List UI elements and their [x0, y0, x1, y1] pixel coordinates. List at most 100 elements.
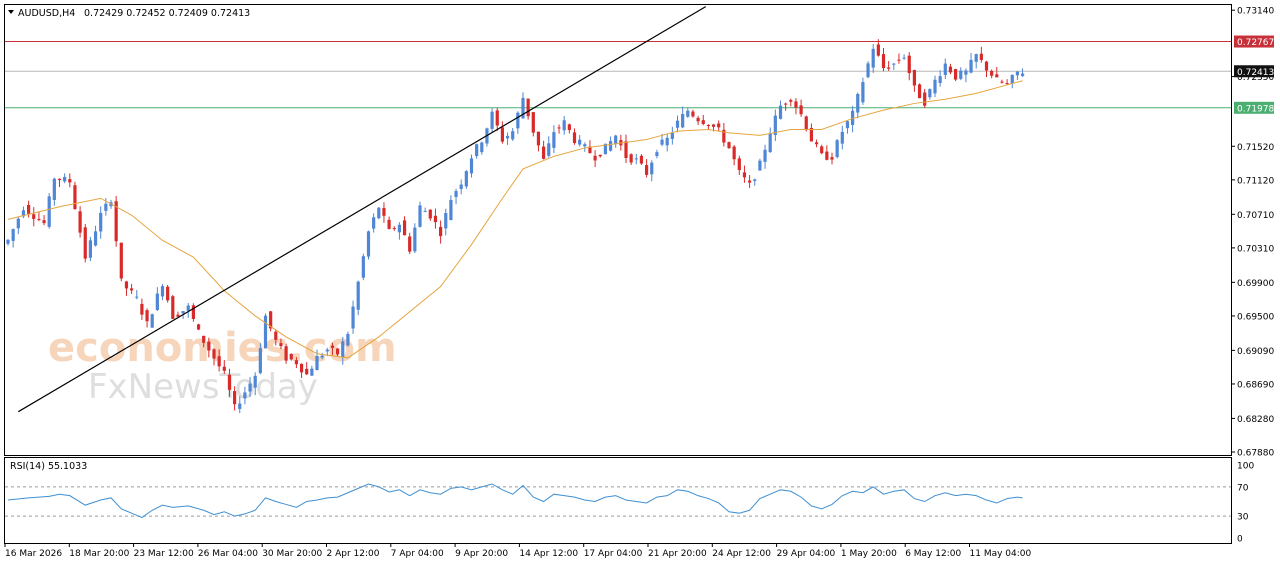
- candle-body: [196, 324, 201, 330]
- candle-body: [861, 82, 865, 103]
- candle-body: [454, 191, 458, 198]
- candle-body: [346, 333, 350, 346]
- candle-body: [27, 205, 31, 214]
- candle-body: [887, 67, 891, 69]
- candle-body: [299, 363, 304, 373]
- candle-body: [166, 286, 170, 301]
- candle-body: [928, 89, 932, 98]
- rsi-y-tick-label: 70: [1237, 483, 1249, 493]
- candle-body: [1000, 81, 1004, 83]
- candle-body: [959, 70, 963, 79]
- candle-body: [835, 140, 839, 158]
- candle-body: [68, 179, 72, 183]
- x-tick-label: 23 Mar 12:00: [134, 549, 194, 559]
- candle-body: [1020, 73, 1025, 77]
- candle-body: [567, 124, 571, 131]
- candle-body: [11, 229, 15, 241]
- rsi-header: RSI(14) 55.1033: [10, 461, 87, 472]
- candle-body: [938, 76, 942, 83]
- candle-body: [274, 331, 278, 340]
- candle-body: [408, 236, 412, 252]
- candle-body: [263, 315, 268, 349]
- candle-body: [732, 146, 736, 160]
- candle-body: [284, 346, 288, 361]
- candle-body: [104, 203, 108, 211]
- candle-body: [37, 218, 41, 220]
- candle-body: [979, 53, 983, 60]
- candle-body: [742, 172, 747, 178]
- candle-body: [552, 132, 556, 148]
- candle-body: [840, 131, 844, 144]
- candle-body: [696, 117, 700, 122]
- support-price-label: 0.71978: [1237, 104, 1274, 114]
- candle-body: [140, 303, 144, 315]
- candle-body: [330, 345, 335, 348]
- candle-body: [130, 288, 134, 291]
- candle-body: [73, 185, 77, 210]
- rsi-y-tick-label: 0: [1237, 535, 1243, 545]
- candle-body: [459, 184, 463, 189]
- candle-body: [969, 59, 973, 73]
- candle-body: [691, 111, 695, 117]
- candle-body: [294, 360, 298, 365]
- y-tick-label: 0.68280: [1237, 415, 1274, 425]
- candle-body: [753, 179, 757, 181]
- candle-body: [289, 353, 293, 360]
- rsi-y-tick-label: 30: [1237, 513, 1249, 523]
- x-tick-label: 17 Apr 04:00: [584, 549, 643, 559]
- y-tick-label: 0.69900: [1237, 279, 1274, 289]
- candle-body: [624, 141, 628, 158]
- candle-body: [377, 207, 381, 219]
- candle-body: [717, 123, 721, 128]
- candle-body: [629, 154, 633, 163]
- candle-body: [830, 157, 834, 160]
- candle-body: [402, 220, 407, 236]
- x-tick-label: 26 Mar 04:00: [198, 549, 258, 559]
- candle-body: [866, 63, 870, 78]
- candle-body: [428, 209, 432, 219]
- y-tick-label: 0.70310: [1237, 244, 1274, 254]
- candle-body: [52, 178, 56, 200]
- chart-canvas: economies.com FxNewsToday AUDUSD,H4 0.72…: [0, 0, 1280, 567]
- candle-body: [444, 213, 448, 229]
- candle-body: [892, 63, 896, 65]
- candle-body: [392, 228, 396, 230]
- candle-body: [758, 160, 762, 171]
- candle-body: [804, 116, 808, 131]
- candle-body: [186, 305, 190, 311]
- candle-body: [47, 196, 51, 227]
- candle-body: [83, 227, 87, 259]
- candle-body: [439, 226, 443, 237]
- candle-body: [948, 66, 953, 73]
- x-tick-label: 2 Apr 12:00: [327, 549, 380, 559]
- candle-body: [351, 306, 355, 329]
- y-tick-label: 0.69090: [1237, 347, 1274, 357]
- candle-body: [1005, 83, 1009, 85]
- candle-body: [145, 310, 149, 322]
- candle-body: [578, 139, 582, 145]
- candle-body: [500, 127, 504, 142]
- candle-body: [814, 142, 819, 145]
- candle-body: [748, 180, 752, 183]
- x-tick-label: 30 Mar 20:00: [262, 549, 322, 559]
- candle-body: [557, 127, 561, 129]
- candle-body: [639, 155, 644, 164]
- candle-body: [258, 348, 262, 374]
- candle-body: [572, 132, 577, 143]
- candle-body: [542, 146, 546, 159]
- candle-body: [212, 349, 216, 359]
- candle-body: [88, 240, 92, 258]
- candle-body: [660, 139, 664, 145]
- y-tick-label: 0.70710: [1237, 211, 1274, 221]
- candle-body: [650, 162, 654, 175]
- candle-body: [150, 314, 154, 328]
- candle-body: [171, 296, 175, 319]
- candle-body: [536, 131, 541, 146]
- candle-body: [315, 356, 319, 371]
- candle-body: [645, 165, 649, 175]
- x-tick-label: 7 Apr 04:00: [391, 549, 444, 559]
- candle-body: [768, 133, 772, 153]
- candle-body: [413, 227, 417, 252]
- candle-body: [871, 48, 875, 68]
- candle-body: [227, 374, 232, 390]
